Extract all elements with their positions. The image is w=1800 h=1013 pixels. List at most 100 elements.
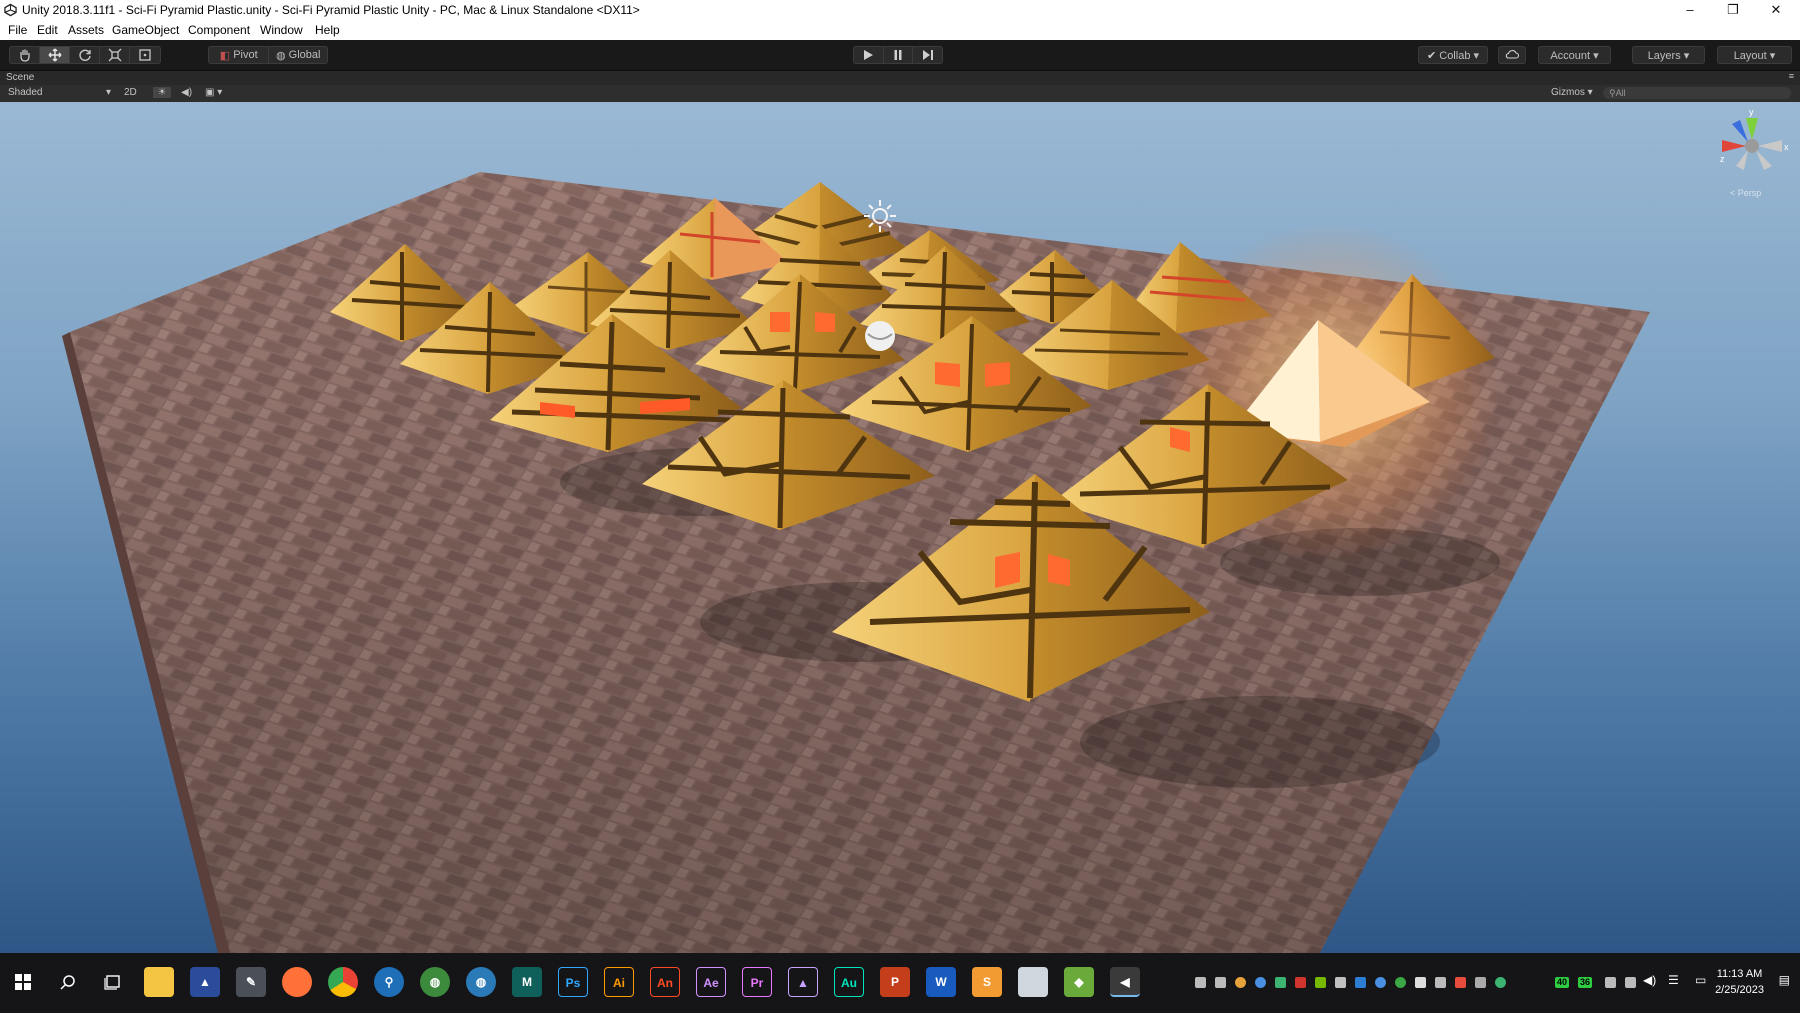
scene-tab[interactable]: Scene bbox=[6, 72, 34, 83]
chevron-down-icon: ▾ bbox=[106, 87, 112, 98]
menu-assets[interactable]: Assets bbox=[68, 23, 104, 37]
visual-studio-icon[interactable]: ▲ bbox=[788, 967, 818, 997]
paint-icon[interactable]: ✎ bbox=[236, 967, 266, 997]
tray-icon-12[interactable] bbox=[1415, 977, 1426, 988]
visual-studio-label: ▲ bbox=[797, 976, 809, 990]
tray-badge-1[interactable]: 40 bbox=[1555, 977, 1570, 988]
after-effects-icon[interactable]: Ae bbox=[696, 967, 726, 997]
tray-icon-11[interactable] bbox=[1395, 977, 1406, 988]
task-view-icon bbox=[104, 975, 120, 990]
menu-help[interactable]: Help bbox=[315, 23, 340, 37]
start-button[interactable] bbox=[8, 967, 38, 997]
tray-icon-2[interactable] bbox=[1215, 977, 1226, 988]
chrome-icon[interactable] bbox=[328, 967, 358, 997]
maya-icon[interactable]: M bbox=[512, 967, 542, 997]
audio-toggle[interactable]: ◀) bbox=[181, 87, 192, 98]
powerpoint-icon[interactable]: P bbox=[880, 967, 910, 997]
audition-icon[interactable]: Au bbox=[834, 967, 864, 997]
animate-icon[interactable]: An bbox=[650, 967, 680, 997]
account-dropdown[interactable]: Account ▾ bbox=[1538, 46, 1611, 64]
word-icon[interactable]: W bbox=[926, 967, 956, 997]
illustrator-icon[interactable]: Ai bbox=[604, 967, 634, 997]
tray-icon-1[interactable] bbox=[1195, 977, 1206, 988]
play-button[interactable] bbox=[854, 47, 884, 63]
menu-component[interactable]: Component bbox=[188, 23, 250, 37]
cloud-button[interactable] bbox=[1498, 46, 1526, 64]
close-button[interactable]: ✕ bbox=[1756, 0, 1796, 21]
move-tool-button[interactable] bbox=[40, 47, 70, 63]
tray-icon-5[interactable] bbox=[1275, 977, 1286, 988]
tray-icon-8[interactable] bbox=[1335, 977, 1346, 988]
gizmos-dropdown[interactable]: Gizmos ▾ bbox=[1551, 87, 1593, 98]
lighting-toggle[interactable]: ☀ bbox=[153, 87, 171, 98]
tray-icon-18[interactable] bbox=[1625, 977, 1636, 988]
audition-label: Au bbox=[841, 976, 857, 990]
tray-icon-9[interactable] bbox=[1355, 977, 1366, 988]
system-clock[interactable]: 11:13 AM 2/25/2023 bbox=[1715, 966, 1764, 998]
rotate-tool-button[interactable] bbox=[70, 47, 100, 63]
pivot-toggle[interactable]: ◧ Pivot bbox=[209, 47, 270, 63]
tray-icon-10[interactable] bbox=[1375, 977, 1386, 988]
collab-label: Collab ▾ bbox=[1439, 50, 1480, 62]
tray-icon-7[interactable] bbox=[1315, 977, 1326, 988]
search-input[interactable]: ⚲All bbox=[1603, 87, 1791, 99]
tray-icon-16[interactable] bbox=[1495, 977, 1506, 988]
store-icon[interactable]: ▲ bbox=[190, 967, 220, 997]
layers-label: Layers bbox=[1647, 50, 1681, 62]
tray-icon-4[interactable] bbox=[1255, 977, 1266, 988]
search-button[interactable] bbox=[53, 967, 83, 997]
globe-app-icon[interactable]: ◍ bbox=[420, 967, 450, 997]
animate-label: An bbox=[657, 976, 673, 990]
premiere-icon[interactable]: Pr bbox=[742, 967, 772, 997]
effects-toggle[interactable]: ▣ ▾ bbox=[205, 87, 222, 98]
collab-dropdown[interactable]: ✔ Collab ▾ bbox=[1418, 46, 1488, 64]
unity-taskbar-icon[interactable]: ◀ bbox=[1110, 967, 1140, 997]
magnifier-app-icon[interactable]: ⚲ bbox=[374, 967, 404, 997]
maximize-button[interactable]: ❐ bbox=[1713, 0, 1753, 21]
tray-icon-6[interactable] bbox=[1295, 977, 1306, 988]
tray-icon-15[interactable] bbox=[1475, 977, 1486, 988]
sublime-text-label: S bbox=[982, 975, 991, 989]
global-toggle[interactable]: ◍ Global bbox=[269, 47, 327, 63]
axis-gizmo[interactable]: y x z < Persp bbox=[1720, 107, 1789, 198]
scene-viewport[interactable]: y x z < Persp bbox=[0, 102, 1800, 953]
firefox-icon[interactable] bbox=[282, 967, 312, 997]
volume-icon[interactable]: ◀) bbox=[1643, 973, 1656, 987]
shading-mode-dropdown[interactable]: Shaded bbox=[8, 87, 42, 98]
minimize-button[interactable]: – bbox=[1670, 0, 1710, 21]
earth-app-icon[interactable]: ◍ bbox=[466, 967, 496, 997]
notification-icon[interactable]: ▤ bbox=[1779, 973, 1790, 987]
network-icon[interactable]: ☰ bbox=[1668, 973, 1679, 987]
2d-toggle[interactable]: 2D bbox=[124, 87, 137, 98]
photoshop-icon[interactable]: Ps bbox=[558, 967, 588, 997]
tray-icon-13[interactable] bbox=[1435, 977, 1446, 988]
tray-badge-2[interactable]: 36 bbox=[1578, 977, 1593, 988]
perspective-label[interactable]: < Persp bbox=[1730, 188, 1761, 198]
modeling-app-icon[interactable]: ◆ bbox=[1064, 967, 1094, 997]
tab-menu-icon[interactable]: ≡ bbox=[1789, 71, 1794, 81]
menu-edit[interactable]: Edit bbox=[37, 23, 58, 37]
rect-tool-button[interactable] bbox=[130, 47, 159, 63]
pause-button[interactable] bbox=[884, 47, 914, 63]
windows-logo-icon bbox=[15, 974, 31, 990]
reflection-probe-icon[interactable] bbox=[865, 321, 895, 351]
sublime-text-icon[interactable]: S bbox=[972, 967, 1002, 997]
scale-tool-button[interactable] bbox=[100, 47, 130, 63]
file-explorer-icon[interactable] bbox=[144, 967, 174, 997]
step-button[interactable] bbox=[913, 47, 942, 63]
tray-icon-3[interactable] bbox=[1235, 977, 1246, 988]
hand-tool-button[interactable] bbox=[10, 47, 40, 63]
rotate-icon bbox=[78, 49, 91, 61]
menu-window[interactable]: Window bbox=[260, 23, 303, 37]
tray-icon-14[interactable] bbox=[1455, 977, 1466, 988]
play-icon bbox=[864, 50, 874, 60]
layers-dropdown[interactable]: Layers ▾ bbox=[1632, 46, 1705, 64]
task-view-button[interactable] bbox=[98, 967, 128, 997]
layout-dropdown[interactable]: Layout ▾ bbox=[1717, 46, 1792, 64]
menu-file[interactable]: File bbox=[8, 23, 27, 37]
notepad-icon[interactable] bbox=[1018, 967, 1048, 997]
word-label: W bbox=[935, 975, 947, 989]
tray-icon-17[interactable] bbox=[1605, 977, 1616, 988]
battery-icon[interactable]: ▭ bbox=[1695, 973, 1706, 987]
menu-gameobject[interactable]: GameObject bbox=[112, 23, 179, 37]
